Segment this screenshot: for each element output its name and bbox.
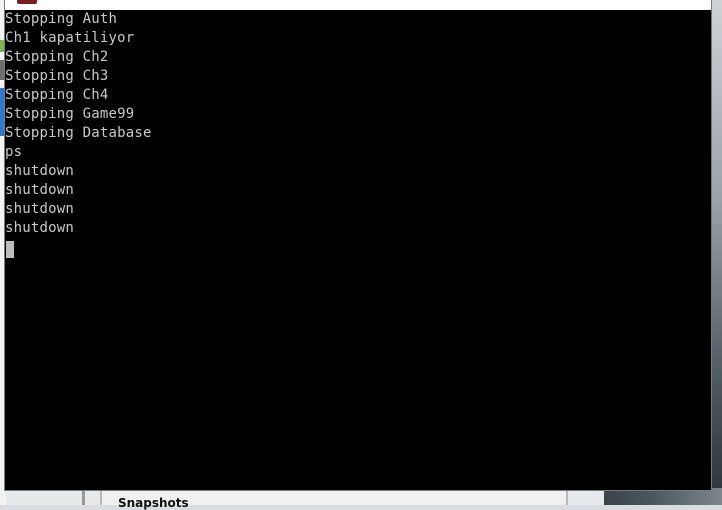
console-app-icon: [17, 0, 37, 4]
console-line: Stopping Ch4: [5, 87, 109, 103]
console-line: Ch1 kapatiliyor: [5, 30, 135, 46]
console-titlebar[interactable]: [5, 0, 711, 10]
console-window[interactable]: Stopping Auth Ch1 kapatiliyor Stopping C…: [4, 0, 712, 491]
console-line: Stopping Database: [5, 125, 152, 141]
console-output[interactable]: Stopping Auth Ch1 kapatiliyor Stopping C…: [5, 10, 711, 490]
console-line: shutdown: [5, 220, 75, 236]
snapshots-label: Snapshots: [118, 496, 189, 510]
console-line: Stopping Ch2: [5, 49, 109, 65]
console-line: shutdown: [5, 163, 75, 179]
console-line: Stopping Auth: [5, 11, 118, 27]
console-line: ps: [5, 144, 23, 160]
console-line: Stopping Game99: [5, 106, 135, 122]
console-line: Stopping Ch3: [5, 68, 109, 84]
console-line: shutdown: [5, 182, 75, 198]
console-line: shutdown: [5, 201, 75, 217]
text-cursor: [6, 241, 14, 258]
